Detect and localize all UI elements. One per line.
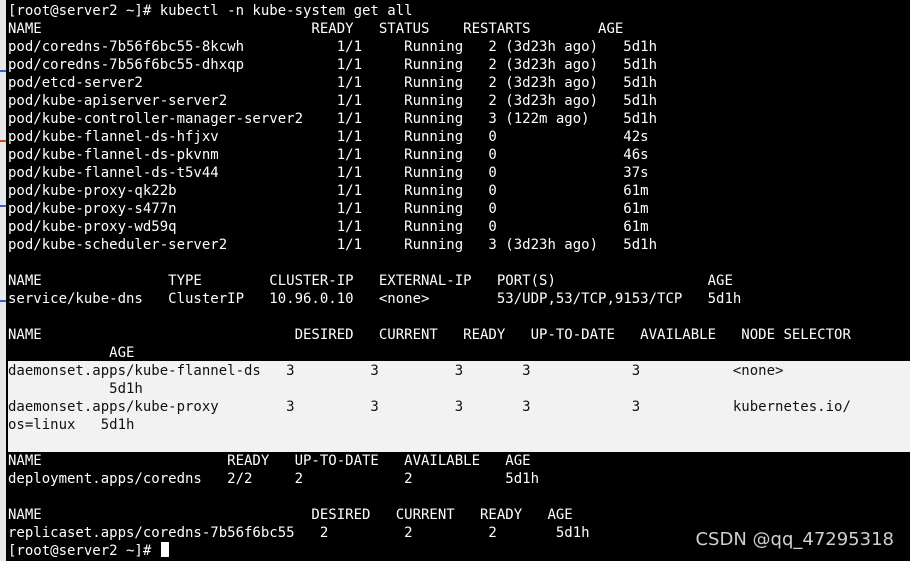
- daemonset-row-wrap: os=linux 5d1h: [8, 417, 135, 433]
- pod-row: pod/kube-scheduler-server2 1/1 Running 3…: [8, 237, 658, 253]
- text-cursor: [160, 542, 169, 557]
- text-selection-highlight: daemonset.apps/kube-flannel-ds 3 3 3 3 3…: [8, 361, 910, 452]
- pod-row: pod/kube-controller-manager-server2 1/1 …: [8, 111, 658, 127]
- shell-prompt: [root@server2 ~]#: [8, 543, 160, 559]
- daemonset-row-wrap: 5d1h: [8, 381, 143, 397]
- pod-row: pod/kube-flannel-ds-pkvnm 1/1 Running 0 …: [8, 147, 649, 163]
- replicaset-row: replicaset.apps/coredns-7b56f6bc55 2 2 2…: [8, 525, 590, 541]
- pod-row: pod/coredns-7b56f6bc55-dhxqp 1/1 Running…: [8, 57, 658, 73]
- daemonsets-header-wrap: AGE: [8, 345, 135, 361]
- pod-row: pod/coredns-7b56f6bc55-8kcwh 1/1 Running…: [8, 39, 658, 55]
- daemonsets-header: NAME DESIRED CURRENT READY UP-TO-DATE AV…: [8, 327, 851, 343]
- terminal-window[interactable]: [root@server2 ~]# kubectl -n kube-system…: [0, 0, 910, 561]
- service-row: service/kube-dns ClusterIP 10.96.0.10 <n…: [8, 291, 742, 307]
- daemonset-row: daemonset.apps/kube-flannel-ds 3 3 3 3 3…: [8, 363, 784, 379]
- services-header: NAME TYPE CLUSTER-IP EXTERNAL-IP PORT(S)…: [8, 273, 733, 289]
- pod-row: pod/kube-apiserver-server2 1/1 Running 2…: [8, 93, 658, 109]
- background-window-edge: [0, 0, 6, 561]
- pod-row: pod/kube-proxy-s477n 1/1 Running 0 61m: [8, 201, 649, 217]
- terminal-screen: [root@server2 ~]# kubectl -n kube-system…: [8, 0, 910, 561]
- pod-row: pod/kube-flannel-ds-t5v44 1/1 Running 0 …: [8, 165, 649, 181]
- pod-row: pod/kube-proxy-wd59q 1/1 Running 0 61m: [8, 219, 649, 235]
- pod-row: pod/etcd-server2 1/1 Running 2 (3d23h ag…: [8, 75, 658, 91]
- watermark: CSDN @qq_47295318: [695, 529, 894, 550]
- shell-prompt-line[interactable]: [root@server2 ~]#: [8, 542, 169, 560]
- daemonset-row: daemonset.apps/kube-proxy 3 3 3 3 3 kube…: [8, 399, 851, 415]
- replicasets-header: NAME DESIRED CURRENT READY AGE: [8, 507, 573, 523]
- deployment-row: deployment.apps/coredns 2/2 2 2 5d1h: [8, 471, 540, 487]
- pod-row: pod/kube-proxy-qk22b 1/1 Running 0 61m: [8, 183, 649, 199]
- deployments-header: NAME READY UP-TO-DATE AVAILABLE AGE: [8, 453, 531, 469]
- command-line: [root@server2 ~]# kubectl -n kube-system…: [8, 3, 413, 19]
- pods-header: NAME READY STATUS RESTARTS AGE: [8, 21, 624, 37]
- pod-row: pod/kube-flannel-ds-hfjxv 1/1 Running 0 …: [8, 129, 649, 145]
